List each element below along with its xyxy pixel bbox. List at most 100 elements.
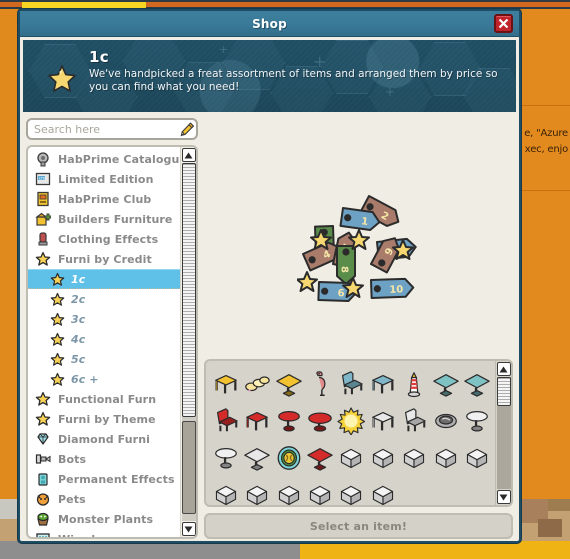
sidebar-scrollbar[interactable] [180,147,196,537]
item-cell-yellow-cushions[interactable] [241,365,272,402]
sidebar-item-6c[interactable]: 6c + [28,369,180,389]
item-cell-placeholder-cube-4[interactable] [430,439,461,476]
item-cell-lighthouse[interactable] [399,365,430,402]
sidebar-item-permanent-effects[interactable]: Permanent Effects [28,469,180,489]
sidebar-item-4c[interactable]: 4c [28,329,180,349]
star-icon [50,372,65,386]
pet-icon [34,491,52,508]
item-cell-placeholder-cube-5[interactable] [462,439,493,476]
item-cell-red-round-table[interactable] [273,402,304,439]
scroll-up-button[interactable] [181,148,196,162]
screen-root: e, "Azure xec, enjo Shop + + + 1c We've … [0,0,570,559]
sidebar-item-habprime-catalogue[interactable]: HabPrime Catalogue [28,149,180,169]
sidebar-item-1c[interactable]: 1c [28,269,180,289]
select-item-button[interactable]: Select an item! [204,513,513,539]
chevron-up-icon [499,366,508,372]
category-sidebar: HabPrime Catalogue LTD Limited Edition HabP… [26,145,198,539]
star-icon [50,272,65,286]
sidebar-item-functional-furn[interactable]: Functional Furn [28,389,180,409]
star-icon [50,292,65,306]
sidebar-item-furni-by-credit[interactable]: Furni by Credit [28,249,180,269]
item-cell-placeholder-cube-9[interactable] [304,476,335,505]
item-cell-blue-stool[interactable] [367,365,398,402]
item-cell-yellow-stool[interactable] [210,365,241,402]
shop-window: Shop + + + 1c We've handpicked a freat a… [18,9,521,543]
grid-scrollbar[interactable] [495,361,511,505]
sidebar-item-diamond-furni[interactable]: Diamond Furni [28,429,180,449]
select-item-label: Select an item! [309,519,408,533]
scroll-thumb[interactable] [181,420,196,514]
item-cell-placeholder-cube-1[interactable] [336,439,367,476]
item-cell-white-pedestal-table[interactable] [210,439,241,476]
item-cell-teal-small-table[interactable] [430,365,461,402]
item-cell-yellow-small-table[interactable] [273,365,304,402]
item-cell-red-low-table[interactable] [304,402,335,439]
grid-scroll-thumb[interactable] [496,377,511,407]
content-split: HabPrime Catalogue LTD Limited Edition HabP… [26,145,513,539]
item-cell-blue-chair[interactable] [336,365,367,402]
search-input[interactable] [34,122,179,136]
banner-text-block: 1c We've handpicked a freat assortment o… [89,48,508,94]
search-box[interactable] [26,118,198,140]
sidebar-item-label: 3c [71,312,86,326]
pencil-icon[interactable] [179,121,195,137]
item-grid [206,361,495,505]
sidebar-item-2c[interactable]: 2c [28,289,180,309]
grid-scroll-track[interactable] [496,377,511,489]
right-column: 2 1 4 8 9 6 10 Select an item! [204,145,513,539]
item-cell-gold-medallion[interactable] [273,439,304,476]
search-row [26,118,198,140]
item-cell-red-chair[interactable] [210,402,241,439]
svg-text:8: 8 [338,266,349,273]
item-cell-red-table[interactable] [304,439,335,476]
star-icon [34,251,52,268]
item-cell-stone-basin[interactable] [430,402,461,439]
cog-catalogue-icon [34,151,52,168]
sidebar-item-pets[interactable]: Pets [28,489,180,509]
grid-scroll-down-button[interactable] [496,490,511,504]
item-cell-placeholder-cube-6[interactable] [210,476,241,505]
scroll-thumb-upper[interactable] [181,163,196,418]
item-cell-white-stool[interactable] [367,402,398,439]
item-cell-flamingo[interactable] [304,365,335,402]
category-list: HabPrime Catalogue LTD Limited Edition HabP… [28,147,180,537]
sidebar-item-limited-edition[interactable]: LTD Limited Edition [28,169,180,189]
item-cell-white-chair[interactable] [399,402,430,439]
sidebar-item-clothing-effects[interactable]: Clothing Effects [28,229,180,249]
price-tags-artwork: 2 1 4 8 9 6 10 [295,192,421,306]
sidebar-item-label: 2c [71,292,86,306]
sidebar-item-3c[interactable]: 3c [28,309,180,329]
grid-scroll-up-button[interactable] [496,362,511,376]
svg-text:10: 10 [389,284,403,295]
star-icon [50,352,65,366]
sidebar-item-5c[interactable]: 5c [28,349,180,369]
item-cell-white-round-table[interactable] [462,402,493,439]
banner-title: 1c [89,48,109,66]
scroll-track[interactable] [181,163,196,521]
item-grid-panel [204,359,513,507]
sidebar-item-label: Furni by Credit [58,252,152,266]
star-icon [50,312,65,326]
sidebar-item-monster-plants[interactable]: Monster Plants [28,509,180,529]
sidebar-item-wired[interactable]: Wired [28,529,180,537]
item-cell-placeholder-cube-7[interactable] [241,476,272,505]
item-cell-placeholder-cube-8[interactable] [273,476,304,505]
chevron-up-icon [184,152,193,158]
sidebar-item-bots[interactable]: Bots [28,449,180,469]
sidebar-item-furni-by-theme[interactable]: Furni by Theme [28,409,180,429]
close-button[interactable] [494,14,513,33]
item-cell-placeholder-cube-11[interactable] [367,476,398,505]
item-cell-placeholder-cube-2[interactable] [367,439,398,476]
item-cell-white-table[interactable] [241,439,272,476]
item-cell-placeholder-cube-10[interactable] [336,476,367,505]
scroll-down-button[interactable] [181,522,196,536]
window-body: HabPrime Catalogue LTD Limited Edition HabP… [20,112,519,545]
item-cell-red-stool[interactable] [241,402,272,439]
window-titlebar[interactable]: Shop [20,11,519,37]
sidebar-item-habprime-club[interactable]: HabPrime Club [28,189,180,209]
svg-text:LTD: LTD [39,176,46,180]
item-cell-teal-table[interactable] [462,365,493,402]
item-cell-placeholder-cube-3[interactable] [399,439,430,476]
item-cell-sun-lamp[interactable] [336,402,367,439]
sidebar-item-builders-furniture[interactable]: Builders Furniture [28,209,180,229]
